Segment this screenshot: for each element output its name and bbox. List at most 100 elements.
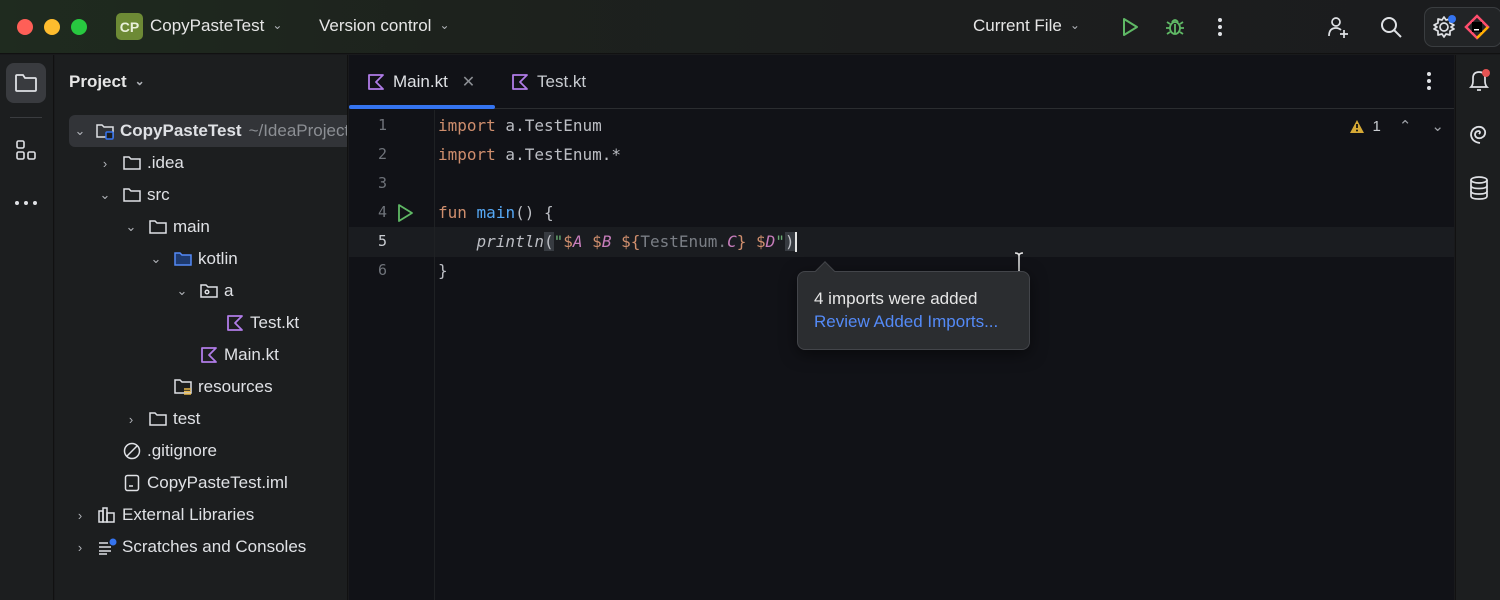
tree-item-resources[interactable]: resources <box>55 371 347 403</box>
resources-folder-icon <box>173 378 193 396</box>
chevron-right-icon[interactable]: › <box>73 540 87 555</box>
code-line-4[interactable]: fun main() { <box>438 198 554 227</box>
toolbox-button[interactable] <box>1464 14 1490 40</box>
tree-item-label: CopyPasteTest <box>120 121 242 140</box>
iml-file-icon <box>122 474 142 492</box>
search-icon <box>1381 17 1402 38</box>
database-button[interactable] <box>1466 175 1492 201</box>
bell-icon <box>1468 69 1490 91</box>
notifications-button[interactable] <box>1466 68 1492 94</box>
line-number: 6 <box>377 261 387 279</box>
tab-label: Test.kt <box>537 72 587 91</box>
tree-item-label: main <box>173 217 210 236</box>
tree-item-iml[interactable]: CopyPasteTest.iml <box>55 467 347 499</box>
code-line-2[interactable]: import a.TestEnum.* <box>438 140 621 169</box>
popup-message: 4 imports were added <box>814 289 978 308</box>
chevron-down-icon[interactable]: ⌄ <box>124 219 138 235</box>
tab-test-kt[interactable]: Test.kt <box>511 55 586 109</box>
chevron-down-icon[interactable]: ⌄ <box>149 251 163 267</box>
tree-item-kotlin[interactable]: ⌄ kotlin <box>55 243 347 275</box>
function-call: println <box>476 232 544 251</box>
tree-item-label: .idea <box>147 153 184 172</box>
line-number: 3 <box>377 174 387 192</box>
close-tab-icon[interactable]: ✕ <box>462 72 475 92</box>
separator <box>10 117 42 118</box>
project-view-selector[interactable]: Project ⌄ <box>69 72 145 92</box>
chevron-right-icon[interactable]: › <box>124 412 138 427</box>
text-caret <box>794 231 797 252</box>
tree-item-copypastetest[interactable]: ⌄ CopyPasteTest ~/IdeaProjects/CopyPaste… <box>69 115 348 147</box>
line-number: 4 <box>377 203 387 221</box>
more-tools-button[interactable] <box>6 183 46 223</box>
tree-item-idea[interactable]: › .idea <box>55 147 347 179</box>
tree-item-main[interactable]: ⌄ main <box>55 211 347 243</box>
tree-item-label: Test.kt <box>250 313 300 332</box>
code-line-6[interactable]: } <box>438 256 448 285</box>
chevron-down-icon[interactable]: ⌄ <box>98 187 112 203</box>
more-horizontal-icon <box>15 201 37 205</box>
run-config-selector[interactable]: Current File ⌄ <box>973 16 1080 36</box>
tree-item-test-kt[interactable]: Test.kt <box>55 307 347 339</box>
tree-item-label: a <box>224 281 234 300</box>
tree-item-package-a[interactable]: ⌄ a <box>55 275 347 307</box>
zoom-window-button[interactable] <box>71 19 87 35</box>
search-button[interactable] <box>1378 14 1404 40</box>
chevron-right-icon[interactable]: › <box>98 156 112 171</box>
chevron-down-icon: ⌄ <box>439 18 450 32</box>
chevron-down-icon[interactable]: ⌄ <box>175 283 189 299</box>
tree-item-label: test <box>173 409 201 428</box>
tree-item-src[interactable]: ⌄ src <box>55 179 347 211</box>
tree-item-test[interactable]: › test <box>55 403 347 435</box>
tab-actions-button[interactable] <box>1426 71 1432 96</box>
chevron-down-icon: ⌄ <box>272 18 283 32</box>
tree-item-external-libraries[interactable]: › External Libraries <box>55 499 347 531</box>
tree-item-scratches[interactable]: › Scratches and Consoles <box>55 531 347 563</box>
code-text: } <box>438 261 448 280</box>
next-highlight-icon[interactable]: ⌄ <box>1431 117 1444 135</box>
module-folder-icon <box>95 122 115 140</box>
chevron-right-icon[interactable]: › <box>73 508 87 523</box>
string-quote: " <box>775 232 785 251</box>
code-with-me-button[interactable] <box>1325 14 1351 40</box>
tab-main-kt[interactable]: Main.kt ✕ <box>367 55 475 109</box>
template-var: C <box>727 232 737 251</box>
libraries-icon <box>97 506 117 524</box>
template-dollar: $ <box>592 232 602 251</box>
previous-highlight-icon[interactable]: ⌃ <box>1399 117 1412 135</box>
tree-item-label: Main.kt <box>224 345 279 364</box>
tree-item-main-kt[interactable]: Main.kt <box>55 339 347 371</box>
review-imports-link[interactable]: Review Added Imports... <box>814 310 1029 333</box>
chevron-down-icon: ⌄ <box>1069 18 1080 32</box>
debug-button[interactable] <box>1162 14 1188 40</box>
tree-item-path-hint: ~/IdeaProjects/CopyPasteTest <box>248 121 348 140</box>
run-main-gutter-button[interactable] <box>396 203 414 228</box>
chevron-down-icon[interactable]: ⌄ <box>73 123 87 139</box>
tree-item-label: .gitignore <box>147 441 217 460</box>
ai-assistant-button[interactable] <box>1466 121 1492 147</box>
template-var: A <box>572 232 583 251</box>
tree-item-label: resources <box>198 377 273 396</box>
inspection-widget[interactable]: 1 ⌃ ⌄ <box>1349 117 1444 135</box>
close-window-button[interactable] <box>17 19 33 35</box>
project-selector[interactable]: CopyPasteTest ⌄ <box>150 16 282 36</box>
code-line-1[interactable]: import a.TestEnum <box>438 111 602 140</box>
project-badge[interactable]: CP <box>116 13 143 40</box>
code-line-5[interactable]: println(" $ A $ B ${TestEnum. C} $ D ") <box>438 227 797 256</box>
tree-item-gitignore[interactable]: .gitignore <box>55 435 347 467</box>
project-tool-button[interactable] <box>6 63 46 103</box>
structure-tool-button[interactable] <box>6 130 46 170</box>
more-actions-button[interactable] <box>1207 14 1233 40</box>
project-panel: Project ⌄ ⌄ CopyPasteTest ~/IdeaProjects/… <box>55 55 348 600</box>
spiral-icon <box>1470 125 1487 144</box>
vcs-selector[interactable]: Version control ⌄ <box>319 16 450 36</box>
paren-match: ( <box>543 232 554 251</box>
settings-button[interactable] <box>1431 14 1457 40</box>
more-vertical-icon <box>1427 72 1431 90</box>
left-tool-strip <box>0 55 54 600</box>
minimize-window-button[interactable] <box>44 19 60 35</box>
imports-added-popup: 4 imports were added Review Added Import… <box>797 261 1030 350</box>
warning-count: 1 <box>1372 117 1381 135</box>
run-button[interactable] <box>1117 14 1143 40</box>
